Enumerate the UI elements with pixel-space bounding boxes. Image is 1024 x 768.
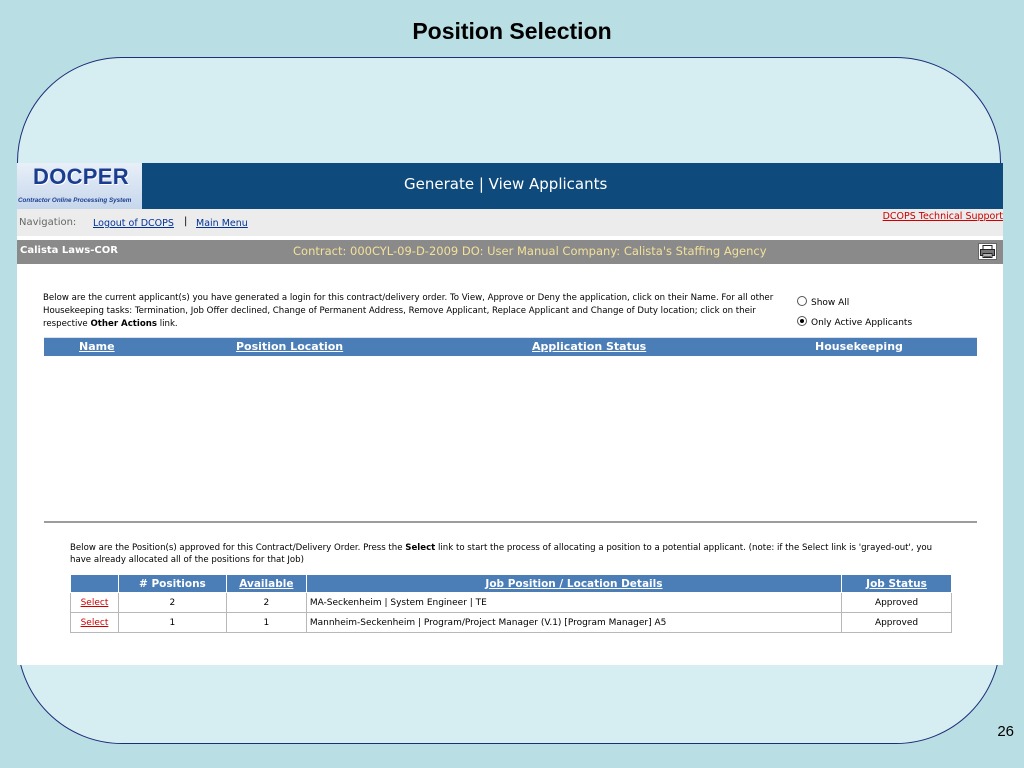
navigation-bar: Navigation: Logout of DCOPS | Main Menu … — [17, 209, 1003, 236]
positions-table: # Positions Available Job Position / Loc… — [70, 574, 952, 633]
col-application-status[interactable]: Application Status — [532, 340, 646, 353]
contract-info-bar: Calista Laws-COR Contract: 000CYL-09-D-2… — [17, 240, 1003, 264]
logo-title: DOCPER — [33, 164, 129, 189]
page-title: Generate | View Applicants — [404, 175, 608, 193]
show-all-radio[interactable]: Show All — [797, 296, 849, 308]
job-status: Approved — [841, 592, 952, 613]
positions-instructions: Below are the Position(s) approved for t… — [70, 542, 950, 566]
col-position-location[interactable]: Position Location — [236, 340, 343, 353]
positions-count: 1 — [117, 612, 227, 633]
app-header: DOCPER Contractor Online Processing Syst… — [17, 163, 1003, 209]
radio-only-active-circle[interactable] — [797, 316, 807, 326]
col-action — [70, 574, 119, 593]
positions-select-word: Select — [405, 543, 436, 553]
job-details: Mannheim-Seckenheim | Program/Project Ma… — [305, 612, 843, 633]
app-window: DOCPER Contractor Online Processing Syst… — [17, 163, 1003, 665]
applicants-table-header: Name Position Location Application Statu… — [44, 337, 977, 356]
select-link[interactable]: Select — [81, 598, 109, 608]
job-status: Approved — [841, 612, 952, 633]
table-row: Select 1 1 Mannheim-Seckenheim | Program… — [70, 612, 952, 633]
only-active-radio[interactable]: Only Active Applicants — [797, 316, 912, 328]
section-divider — [44, 521, 977, 523]
technical-support-link[interactable]: DCOPS Technical Support — [883, 211, 1003, 222]
page-number: 26 — [997, 723, 1014, 740]
slide-title: Position Selection — [412, 18, 612, 44]
positions-count: 2 — [117, 592, 227, 613]
positions-header-row: # Positions Available Job Position / Loc… — [70, 574, 952, 593]
user-name: Calista Laws-COR — [20, 245, 118, 256]
nav-separator: | — [184, 216, 188, 227]
col-job-details[interactable]: Job Position / Location Details — [305, 574, 843, 593]
col-name[interactable]: Name — [79, 340, 115, 353]
select-link[interactable]: Select — [81, 618, 109, 628]
logout-link[interactable]: Logout of DCOPS — [93, 218, 174, 229]
positions-text-a: Below are the Position(s) approved for t… — [70, 543, 406, 553]
instructions-text-b: link. — [156, 319, 178, 329]
logo-subtitle: Contractor Online Processing System — [18, 197, 132, 204]
table-row: Select 2 2 MA-Seckenheim | System Engine… — [70, 592, 952, 613]
contract-details: Contract: 000CYL-09-D-2009 DO: User Manu… — [293, 244, 767, 258]
col-job-status[interactable]: Job Status — [841, 574, 952, 593]
main-menu-link[interactable]: Main Menu — [196, 218, 248, 229]
job-details: MA-Seckenheim | System Engineer | TE — [305, 592, 843, 613]
col-available[interactable]: Available — [225, 574, 307, 593]
available-count: 2 — [225, 592, 307, 613]
docper-logo[interactable]: DOCPER Contractor Online Processing Syst… — [17, 163, 142, 209]
col-positions: # Positions — [117, 574, 227, 593]
col-housekeeping: Housekeeping — [815, 340, 903, 353]
show-all-label: Show All — [811, 298, 850, 308]
applicants-instructions: Below are the current applicant(s) you h… — [43, 292, 789, 331]
instructions-other-actions: Other Actions — [90, 319, 157, 329]
navigation-label: Navigation: — [19, 217, 77, 228]
radio-show-all-circle[interactable] — [797, 296, 807, 306]
only-active-label: Only Active Applicants — [811, 318, 913, 328]
printer-icon[interactable] — [978, 243, 997, 260]
available-count: 1 — [225, 612, 307, 633]
